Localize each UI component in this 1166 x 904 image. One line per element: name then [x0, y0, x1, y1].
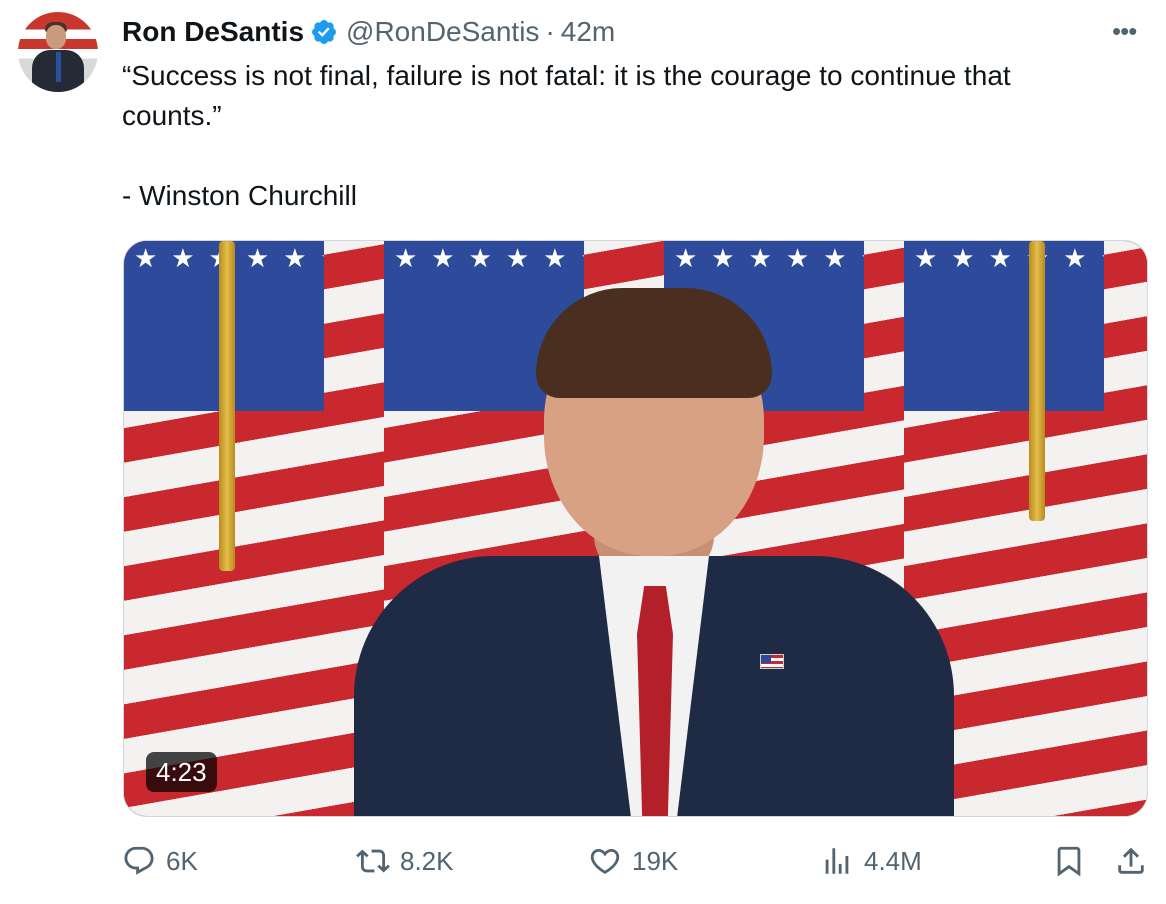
flag-pin — [760, 654, 784, 669]
share-button[interactable] — [1114, 844, 1148, 883]
share-icon — [1118, 847, 1144, 874]
more-icon[interactable]: ••• — [1112, 16, 1137, 47]
reply-count: 6K — [166, 845, 198, 876]
repost-icon — [356, 849, 390, 873]
video-player[interactable]: ★★★★★★★★★★★★★★★★★★★★ ★★★★★★★★★★★★★★★★★★★… — [123, 240, 1148, 817]
repost-button[interactable]: 8.2K — [356, 844, 454, 878]
flag-fringe — [1029, 241, 1045, 521]
avatar[interactable] — [18, 12, 98, 92]
tweet-header: Ron DeSantis @RonDeSantis · 42m — [122, 14, 615, 50]
like-button[interactable]: 19K — [588, 844, 678, 878]
speaker — [354, 266, 954, 816]
reply-button[interactable]: 6K — [122, 844, 198, 878]
flag-fringe — [219, 241, 235, 571]
views-count: 4.4M — [864, 845, 922, 876]
like-icon — [590, 848, 620, 874]
timestamp[interactable]: 42m — [561, 16, 615, 48]
bookmark-button[interactable] — [1052, 844, 1086, 883]
separator: · — [545, 16, 555, 47]
reply-icon — [124, 846, 154, 875]
tweet-text-line: “Success is not final, failure is not fa… — [122, 60, 1011, 91]
tweet-text-line: - Winston Churchill — [122, 180, 357, 211]
tweet-text: “Success is not final, failure is not fa… — [122, 56, 1132, 216]
author-handle[interactable]: @RonDeSantis — [346, 16, 539, 48]
action-bar: 6K 8.2K 19K 4.4M — [0, 840, 1166, 888]
views-icon — [825, 848, 849, 874]
like-count: 19K — [632, 845, 679, 876]
views-button[interactable]: 4.4M — [820, 844, 922, 878]
tweet-text-line: counts.” — [122, 100, 222, 131]
video-duration: 4:23 — [146, 752, 217, 792]
verified-badge-icon[interactable] — [310, 18, 338, 46]
bookmark-icon — [1057, 846, 1081, 877]
author-name[interactable]: Ron DeSantis — [122, 16, 304, 48]
repost-count: 8.2K — [400, 845, 454, 876]
